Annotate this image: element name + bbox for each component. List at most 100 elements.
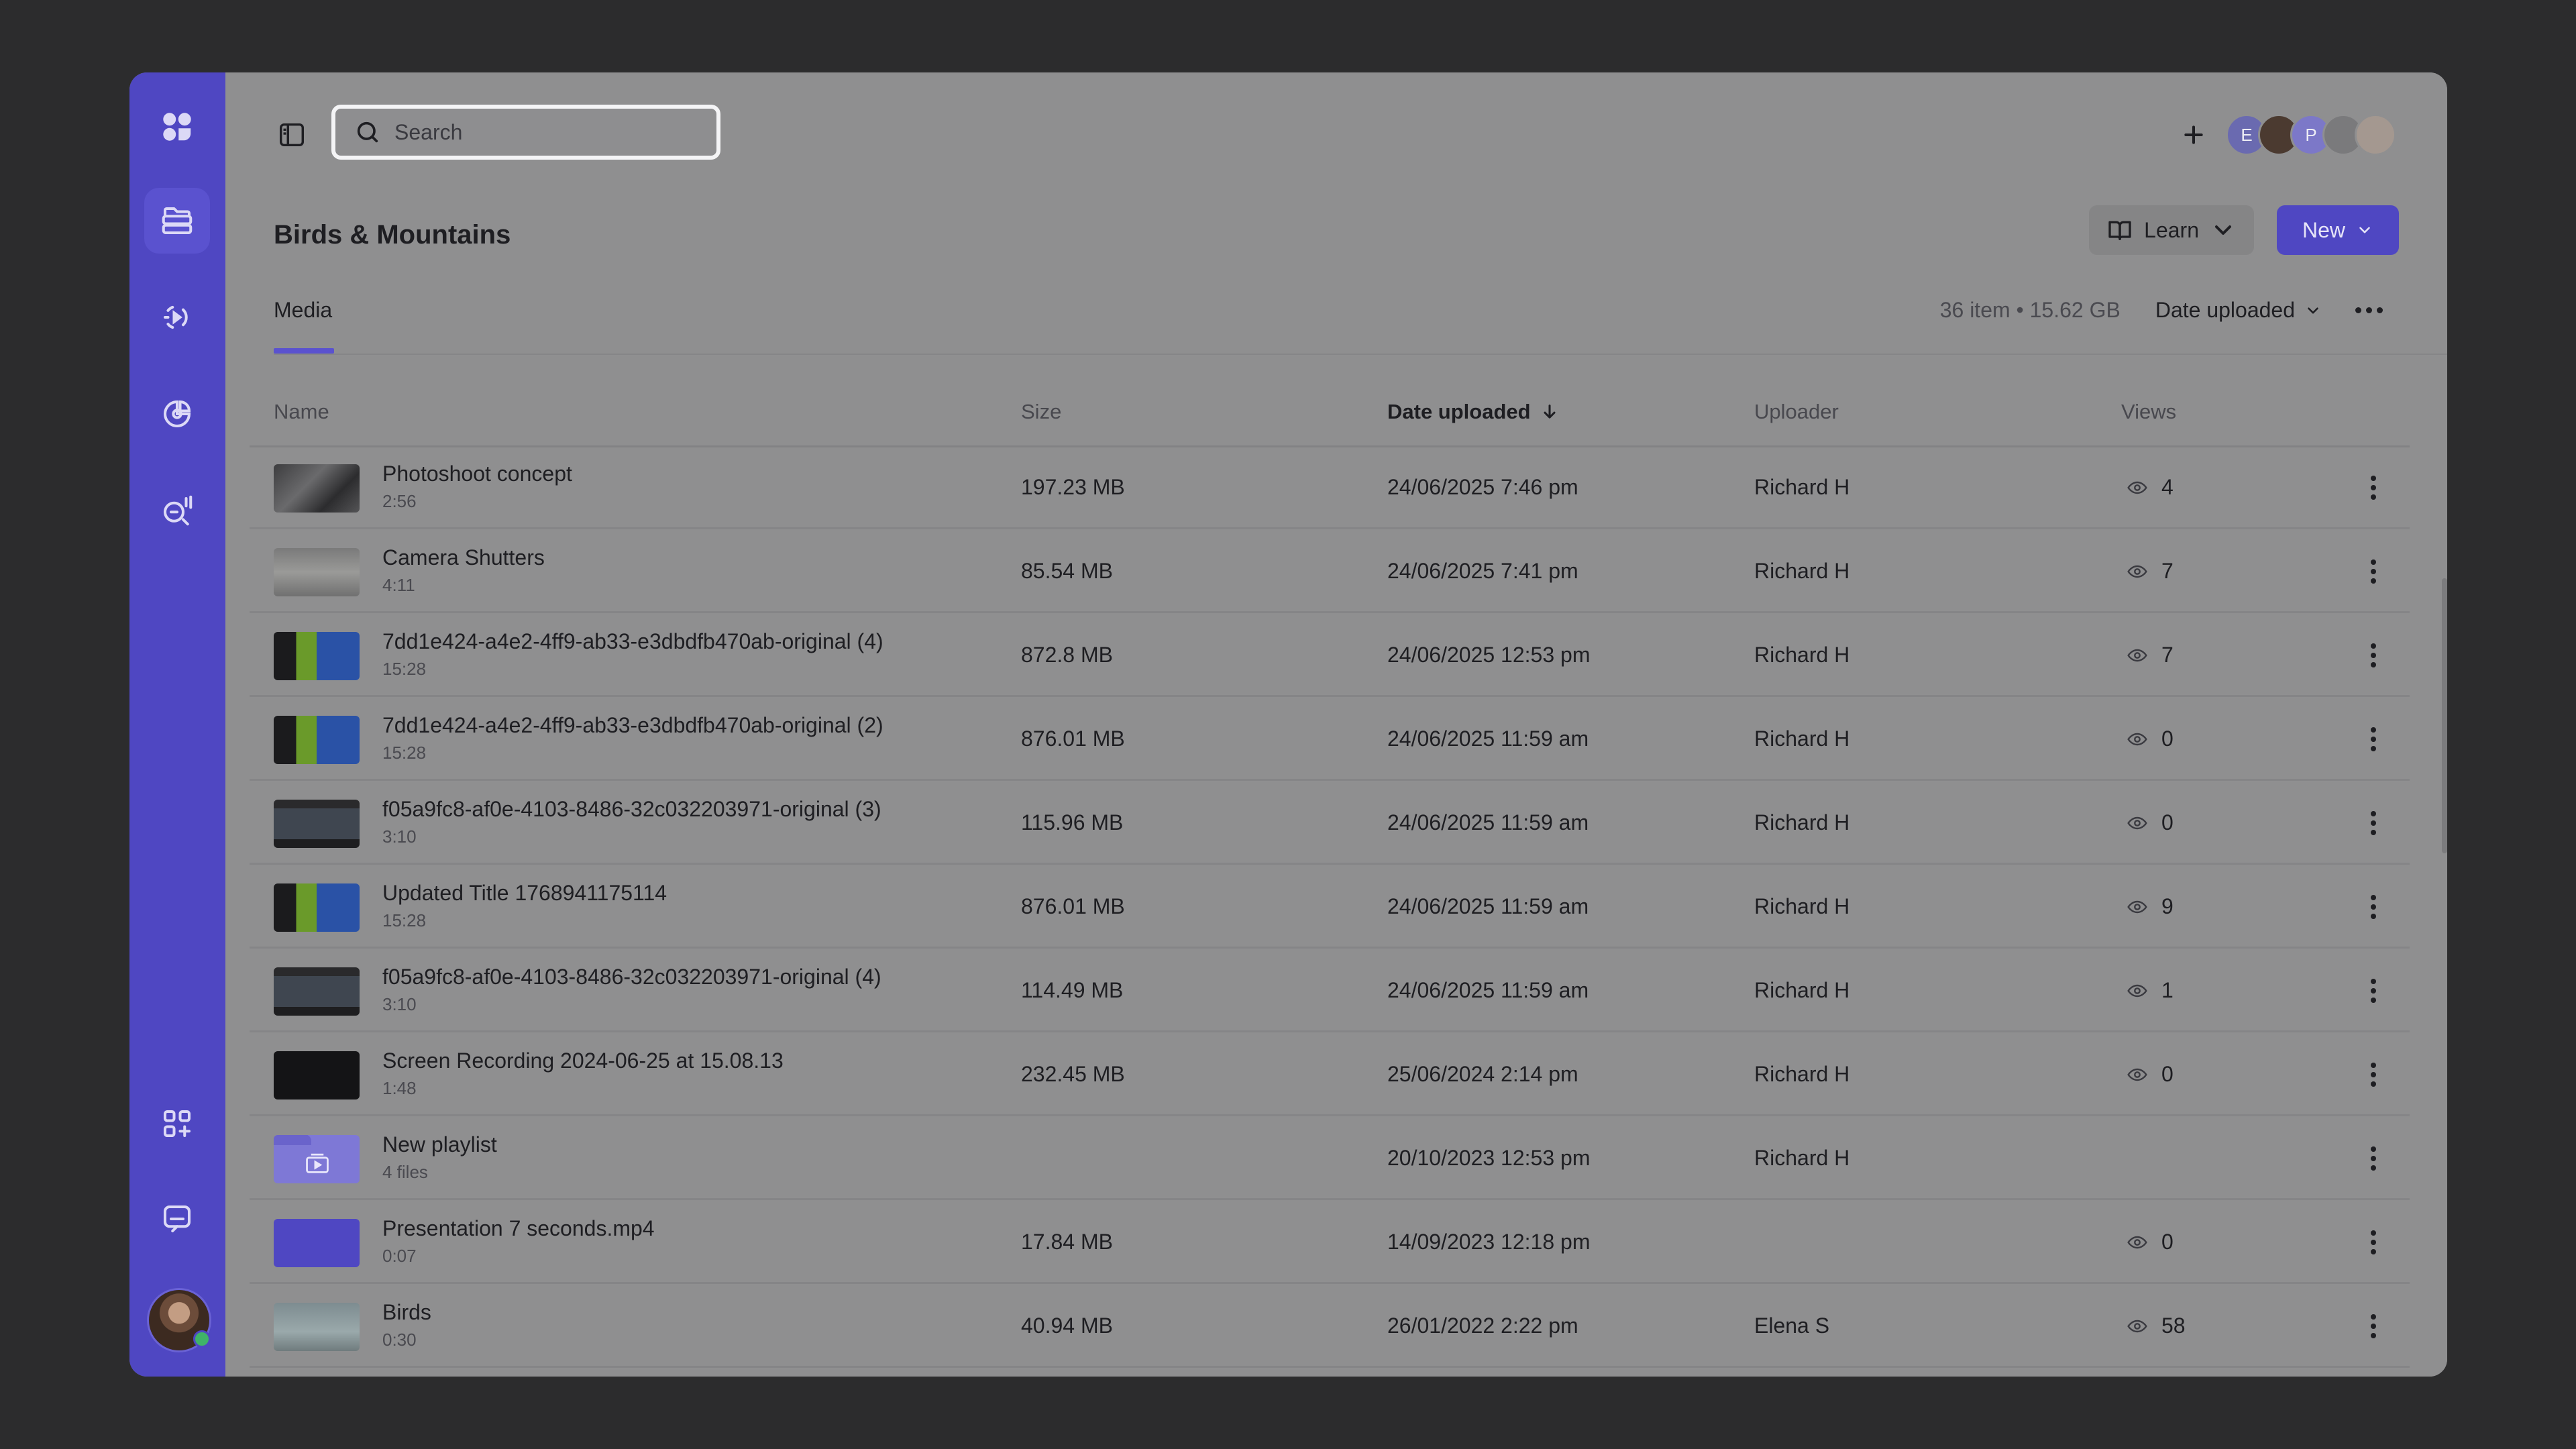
media-name[interactable]: Screen Recording 2024-06-25 at 15.08.13 bbox=[382, 1049, 784, 1073]
table-row[interactable]: New playlist 4 files 20/10/2023 12:53 pm Ri… bbox=[250, 1116, 2410, 1200]
media-thumbnail[interactable] bbox=[274, 548, 360, 596]
media-thumbnail[interactable] bbox=[274, 1303, 360, 1351]
row-menu-icon[interactable] bbox=[2360, 722, 2387, 756]
table-row[interactable]: f05a9fc8-af0e-4103-8486-32c032203971-ori… bbox=[250, 781, 2410, 865]
col-date-uploaded[interactable]: Date uploaded bbox=[1387, 400, 1559, 424]
media-views: 7 bbox=[2127, 643, 2174, 667]
chat-icon[interactable] bbox=[144, 1186, 210, 1252]
sidebar-toggle-icon[interactable] bbox=[276, 119, 307, 150]
invite-button[interactable] bbox=[2175, 116, 2212, 154]
col-date-label: Date uploaded bbox=[1387, 400, 1531, 423]
media-duration: 3:10 bbox=[382, 994, 417, 1014]
more-options-icon[interactable] bbox=[2355, 307, 2383, 313]
media-thumbnail[interactable] bbox=[274, 632, 360, 680]
table-row[interactable]: Updated Title 1768941175114 15:28 876.01 M… bbox=[250, 865, 2410, 949]
media-size: 197.23 MB bbox=[1021, 475, 1125, 499]
row-menu-icon[interactable] bbox=[2360, 471, 2387, 504]
media-size: 876.01 MB bbox=[1021, 894, 1125, 918]
media-name[interactable]: 7dd1e424-a4e2-4ff9-ab33-e3dbdfb470ab-ori… bbox=[382, 713, 883, 738]
media-size: 115.96 MB bbox=[1021, 810, 1124, 835]
media-name[interactable]: Photoshoot concept bbox=[382, 462, 572, 486]
row-menu-icon[interactable] bbox=[2360, 806, 2387, 840]
row-menu-icon[interactable] bbox=[2360, 1058, 2387, 1091]
media-name[interactable]: New playlist bbox=[382, 1132, 497, 1157]
collaborator-avatars[interactable]: EP bbox=[2226, 114, 2396, 156]
analytics-icon[interactable] bbox=[144, 381, 210, 447]
media-thumbnail[interactable] bbox=[274, 1051, 360, 1099]
media-date: 25/06/2024 2:14 pm bbox=[1387, 1062, 1578, 1086]
row-menu-icon[interactable] bbox=[2360, 1309, 2387, 1343]
col-uploader[interactable]: Uploader bbox=[1754, 400, 1839, 424]
table-row[interactable]: Camera Shutters 4:11 85.54 MB 24/06/2025 7:… bbox=[250, 529, 2410, 613]
media-uploader: Richard H bbox=[1754, 978, 1850, 1002]
eye-icon bbox=[2127, 1320, 2147, 1332]
row-menu-icon[interactable] bbox=[2360, 639, 2387, 672]
row-menu-icon[interactable] bbox=[2360, 555, 2387, 588]
table-row[interactable]: Presentation 7 seconds.mp4 0:07 17.84 MB 14… bbox=[250, 1200, 2410, 1284]
media-duration: 4:11 bbox=[382, 575, 415, 595]
apps-icon[interactable] bbox=[144, 1091, 210, 1157]
media-thumbnail[interactable] bbox=[274, 716, 360, 764]
media-name[interactable]: f05a9fc8-af0e-4103-8486-32c032203971-ori… bbox=[382, 965, 881, 989]
scrollbar[interactable] bbox=[2442, 578, 2447, 853]
table-row[interactable]: 7dd1e424-a4e2-4ff9-ab33-e3dbdfb470ab-ori… bbox=[250, 613, 2410, 697]
media-size: 232.45 MB bbox=[1021, 1062, 1125, 1086]
library-icon[interactable] bbox=[144, 188, 210, 254]
table-row[interactable]: 7dd1e424-a4e2-4ff9-ab33-e3dbdfb470ab-ori… bbox=[250, 697, 2410, 781]
logo-icon[interactable] bbox=[144, 94, 210, 160]
table-row[interactable]: Screen Recording 2024-06-25 at 15.08.13 1… bbox=[250, 1032, 2410, 1116]
search-input[interactable]: Search bbox=[331, 105, 720, 160]
col-size[interactable]: Size bbox=[1021, 400, 1061, 424]
podcast-icon[interactable] bbox=[144, 284, 210, 350]
row-menu-icon[interactable] bbox=[2360, 1226, 2387, 1259]
media-name[interactable]: Updated Title 1768941175114 bbox=[382, 881, 667, 906]
media-thumbnail[interactable] bbox=[274, 464, 360, 513]
media-uploader: Richard H bbox=[1754, 475, 1850, 499]
views-count: 4 bbox=[2161, 475, 2174, 499]
ai-studio-icon[interactable] bbox=[144, 478, 210, 543]
media-uploader: Richard H bbox=[1754, 559, 1850, 583]
media-uploader: Richard H bbox=[1754, 1146, 1850, 1170]
table-row[interactable]: Birds 0:30 40.94 MB 26/01/2022 2:22 pm Elena… bbox=[250, 1284, 2410, 1368]
online-status-dot bbox=[193, 1330, 211, 1348]
table-row[interactable]: Photoshoot concept 2:56 197.23 MB 24/06/202… bbox=[250, 445, 2410, 529]
sort-label: Date uploaded bbox=[2155, 298, 2295, 322]
collaborator-avatar[interactable] bbox=[2355, 114, 2396, 156]
media-date: 24/06/2025 11:59 am bbox=[1387, 894, 1589, 918]
media-duration: 2:56 bbox=[382, 491, 417, 511]
row-menu-icon[interactable] bbox=[2360, 974, 2387, 1008]
media-thumbnail[interactable] bbox=[274, 1219, 360, 1267]
views-count: 1 bbox=[2161, 978, 2174, 1002]
media-name[interactable]: Presentation 7 seconds.mp4 bbox=[382, 1216, 655, 1241]
media-thumbnail[interactable] bbox=[274, 883, 360, 932]
media-date: 20/10/2023 12:53 pm bbox=[1387, 1146, 1591, 1170]
tab-media[interactable]: Media bbox=[274, 298, 332, 348]
sort-dropdown[interactable]: Date uploaded bbox=[2155, 298, 2322, 323]
media-thumbnail[interactable] bbox=[274, 800, 360, 848]
new-label: New bbox=[2302, 217, 2345, 242]
media-date: 14/09/2023 12:18 pm bbox=[1387, 1230, 1591, 1254]
media-uploader: Richard H bbox=[1754, 894, 1850, 918]
views-count: 0 bbox=[2161, 810, 2174, 835]
learn-button[interactable]: Learn bbox=[2089, 205, 2254, 255]
tab-divider bbox=[274, 354, 2447, 355]
media-size: 114.49 MB bbox=[1021, 978, 1124, 1002]
media-uploader: Elena S bbox=[1754, 1313, 1830, 1338]
user-avatar[interactable] bbox=[147, 1288, 211, 1352]
media-name[interactable]: 7dd1e424-a4e2-4ff9-ab33-e3dbdfb470ab-ori… bbox=[382, 629, 883, 654]
row-menu-icon[interactable] bbox=[2360, 1142, 2387, 1175]
row-menu-icon[interactable] bbox=[2360, 890, 2387, 924]
new-button[interactable]: New bbox=[2277, 205, 2399, 255]
media-thumbnail[interactable] bbox=[274, 967, 360, 1016]
col-name[interactable]: Name bbox=[274, 400, 329, 424]
learn-label: Learn bbox=[2144, 217, 2199, 242]
eye-icon bbox=[2127, 984, 2147, 997]
col-views[interactable]: Views bbox=[2121, 400, 2176, 424]
media-name[interactable]: Camera Shutters bbox=[382, 545, 545, 570]
media-name[interactable]: f05a9fc8-af0e-4103-8486-32c032203971-ori… bbox=[382, 797, 881, 822]
views-count: 0 bbox=[2161, 1062, 2174, 1086]
table-row[interactable]: f05a9fc8-af0e-4103-8486-32c032203971-ori… bbox=[250, 949, 2410, 1032]
media-size: 40.94 MB bbox=[1021, 1313, 1113, 1338]
media-thumbnail[interactable] bbox=[274, 1135, 360, 1183]
media-name[interactable]: Birds bbox=[382, 1300, 431, 1325]
